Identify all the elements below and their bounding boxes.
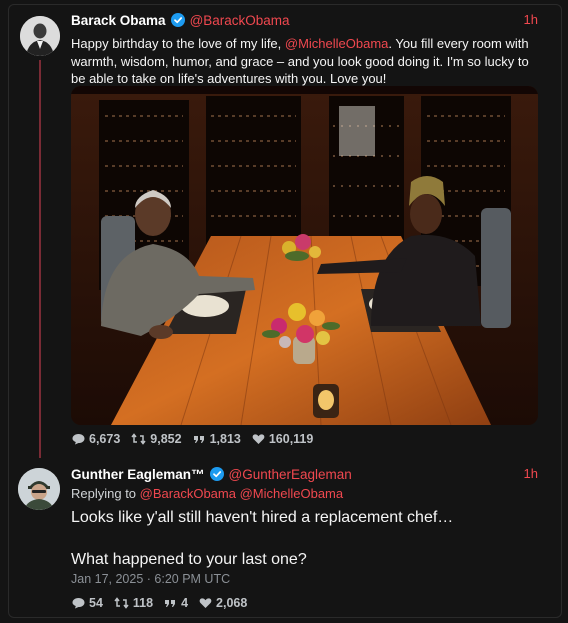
tweet-header: Barack Obama @BarackObama (71, 10, 290, 30)
quote-count: 1,813 (209, 432, 241, 446)
verified-badge-icon (170, 13, 185, 27)
quote-button[interactable]: 1,813 (193, 432, 241, 446)
quote-count: 4 (181, 596, 189, 610)
heart-icon (252, 434, 265, 444)
comment-icon (72, 598, 85, 609)
reply-count: 54 (89, 596, 103, 610)
tweet-stats: 6,673 9,852 1,813 160,119 (72, 432, 324, 446)
reply-text: Looks like y'all still haven't hired a r… (71, 507, 541, 570)
reply-text-line: Looks like y'all still haven't hired a r… (71, 509, 454, 526)
quote-button[interactable]: 4 (164, 596, 188, 610)
like-count: 160,119 (268, 432, 314, 446)
retweet-icon (114, 597, 129, 609)
quote-icon (193, 435, 204, 443)
tweet-text-part: Happy birthday to the love of my life, (71, 36, 285, 51)
mention-link[interactable]: @MichelleObama (285, 36, 389, 51)
reply-date[interactable]: Jan 17, 2025 · 6:20 PM UTC (71, 572, 230, 586)
author-handle[interactable]: @BarackObama (190, 13, 290, 28)
retweet-icon (131, 433, 146, 445)
thread-connector-line (39, 60, 41, 458)
like-count: 2,068 (216, 596, 248, 610)
heart-icon (199, 598, 212, 608)
retweet-count: 118 (132, 596, 154, 610)
dinner-photo-illustration (71, 86, 538, 425)
tweet-time[interactable]: 1h (524, 12, 538, 27)
person-silhouette-icon (20, 16, 60, 56)
tweet-photo[interactable] (71, 86, 538, 425)
avatar-barack-obama[interactable] (20, 16, 60, 56)
person-avatar-icon (18, 468, 60, 510)
reply-author-name[interactable]: Gunther Eagleman™ (71, 467, 205, 482)
reply-text-line: What happened to your last one? (71, 551, 307, 568)
reply-header: Gunther Eagleman™ @GuntherEagleman (71, 464, 352, 484)
avatar-gunther-eagleman[interactable] (18, 468, 60, 510)
author-name[interactable]: Barack Obama (71, 13, 166, 28)
replying-to-line: Replying to @BarackObama @MichelleObama (71, 486, 343, 501)
like-button[interactable]: 160,119 (252, 432, 314, 446)
replying-to-mention[interactable]: @MichelleObama (240, 486, 344, 501)
retweet-button[interactable]: 9,852 (131, 432, 182, 446)
comment-icon (72, 434, 85, 445)
quote-icon (165, 599, 176, 607)
reply-count: 6,673 (89, 432, 121, 446)
like-button[interactable]: 2,068 (199, 596, 247, 610)
replying-to-label: Replying to (71, 486, 137, 501)
reply-button[interactable]: 6,673 (72, 432, 120, 446)
reply-stats: 54 118 4 2,068 (72, 596, 258, 610)
replying-to-mention[interactable]: @BarackObama (140, 486, 236, 501)
reply-author-handle[interactable]: @GuntherEagleman (229, 467, 352, 482)
retweet-count: 9,852 (150, 432, 182, 446)
retweet-button[interactable]: 118 (114, 596, 153, 610)
tweet-text: Happy birthday to the love of my life, @… (71, 35, 541, 88)
reply-time[interactable]: 1h (524, 466, 538, 481)
reply-button[interactable]: 54 (72, 596, 103, 610)
verified-badge-icon (209, 467, 224, 481)
